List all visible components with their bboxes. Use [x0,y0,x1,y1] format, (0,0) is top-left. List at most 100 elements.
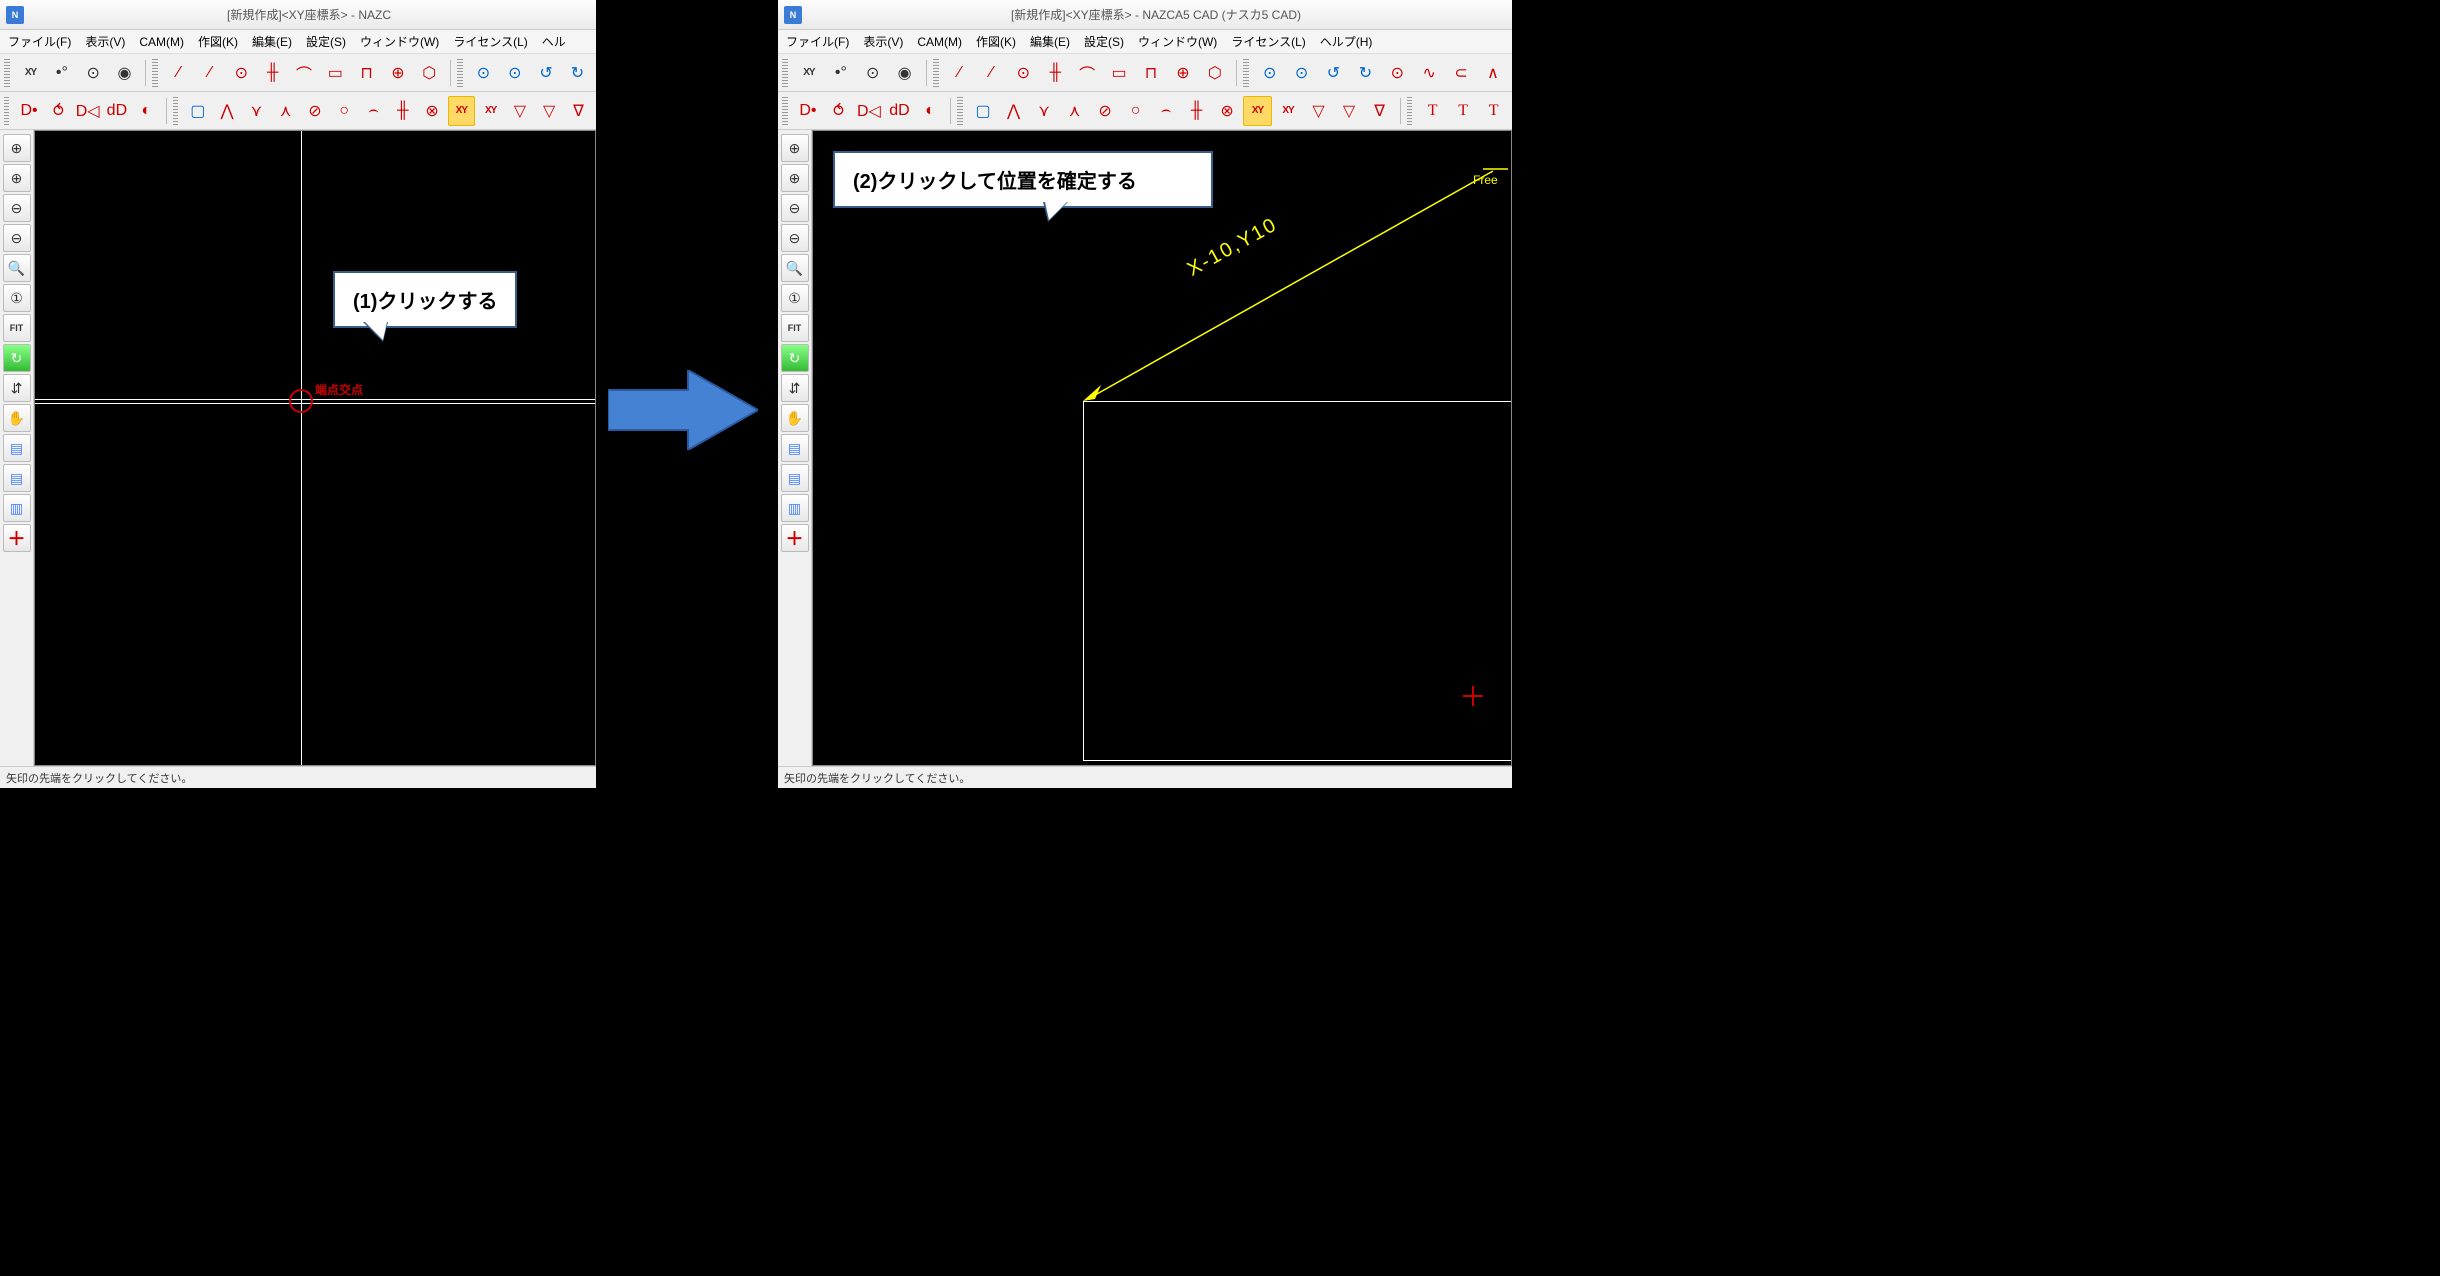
xy-active-icon[interactable]: XY [448,96,475,126]
zoom-1to1-icon[interactable]: ① [3,284,31,312]
dim-icon[interactable]: D• [794,96,823,126]
target-icon[interactable]: ◉ [890,58,920,88]
dim3-icon[interactable]: D◁ [855,96,884,126]
grip-icon[interactable] [457,59,463,87]
point-icon[interactable]: •° [826,58,856,88]
crosshair-icon[interactable]: ⊕ [1168,58,1198,88]
layer2-icon[interactable]: ▤ [3,464,31,492]
menu-help[interactable]: ヘル [542,33,566,50]
extra2-icon[interactable]: ∿ [1414,58,1444,88]
swap-icon[interactable]: ⇵ [781,374,809,402]
zoom-in2-icon[interactable]: ⊕ [3,164,31,192]
trim-icon[interactable]: ╫ [1182,96,1211,126]
circle2-icon[interactable]: ○ [331,96,358,126]
text3-icon[interactable]: T [1479,96,1508,126]
menu-view[interactable]: 表示(V) [863,33,903,50]
hexagon-icon[interactable]: ⬡ [1200,58,1230,88]
menu-window[interactable]: ウィンドウ(W) [360,33,439,50]
rotate-ccw-icon[interactable]: ⊙ [469,58,498,88]
line2-icon[interactable]: ∕ [977,58,1007,88]
valley-icon[interactable]: ⋎ [243,96,270,126]
extra4-icon[interactable]: ∧ [1478,58,1508,88]
menu-draw[interactable]: 作図(K) [976,33,1016,50]
xy-mode-icon[interactable]: XY [16,58,45,88]
extra3-icon[interactable]: ⊂ [1446,58,1476,88]
xy-active-icon[interactable]: XY [1243,96,1272,126]
menubar-left[interactable]: ファイル(F) 表示(V) CAM(M) 作図(K) 編集(E) 設定(S) ウ… [0,30,596,54]
box-icon[interactable]: ▢ [969,96,998,126]
valley-icon[interactable]: ⋎ [1030,96,1059,126]
arc-icon[interactable]: ⌒ [289,58,318,88]
zoom-in2-icon[interactable]: ⊕ [781,164,809,192]
circle-center-icon[interactable]: ⊙ [79,58,108,88]
grip-icon[interactable] [4,59,10,87]
menu-window[interactable]: ウィンドウ(W) [1138,33,1217,50]
menu-license[interactable]: ライセンス(L) [453,33,527,50]
target-icon[interactable]: ◉ [110,58,139,88]
menu-edit[interactable]: 編集(E) [1030,33,1070,50]
plus-icon[interactable]: ＋ [781,524,809,552]
swap-icon[interactable]: ⇵ [3,374,31,402]
parallel-icon[interactable]: ╫ [258,58,287,88]
line2-icon[interactable]: ∕ [195,58,224,88]
arc-icon[interactable]: ⌒ [1072,58,1102,88]
crosshair-icon[interactable]: ⊕ [383,58,412,88]
fit-icon[interactable]: FIT [3,314,31,342]
dim4-icon[interactable]: dD [103,96,130,126]
undo-icon[interactable]: ↺ [531,58,560,88]
redo-icon[interactable]: ↻ [563,58,592,88]
xy2-icon[interactable]: XY [477,96,504,126]
grip-icon[interactable] [933,59,939,87]
circle-center-icon[interactable]: ⊙ [858,58,888,88]
layer1-icon[interactable]: ▤ [3,434,31,462]
fit-icon[interactable]: FIT [781,314,809,342]
pan-hand-icon[interactable]: ✋ [781,404,809,432]
menu-settings[interactable]: 設定(S) [306,33,346,50]
extra1-icon[interactable]: ⊙ [1382,58,1412,88]
arc2-icon[interactable]: ⌢ [1152,96,1181,126]
parallel-icon[interactable]: ╫ [1040,58,1070,88]
menu-settings[interactable]: 設定(S) [1084,33,1124,50]
text1-icon[interactable]: T [1418,96,1447,126]
layer2-icon[interactable]: ▤ [781,464,809,492]
zoom-in-icon[interactable]: ⊕ [3,134,31,162]
menu-file[interactable]: ファイル(F) [8,33,71,50]
merge-icon[interactable]: ⋏ [272,96,299,126]
xy-mode-icon[interactable]: XY [794,58,824,88]
grip-icon[interactable] [957,97,963,125]
layer1-icon[interactable]: ▤ [781,434,809,462]
line-icon[interactable]: ∕ [164,58,193,88]
extend-icon[interactable]: ⊗ [418,96,445,126]
circle-icon[interactable]: ⊙ [227,58,256,88]
circle2-icon[interactable]: ○ [1121,96,1150,126]
dim-icon[interactable]: D• [15,96,42,126]
menu-file[interactable]: ファイル(F) [786,33,849,50]
refresh-icon[interactable]: ↻ [3,344,31,372]
peak-icon[interactable]: ⋀ [999,96,1028,126]
menu-draw[interactable]: 作図(K) [198,33,238,50]
dim4-icon[interactable]: dD [885,96,914,126]
canvas-right[interactable]: X-10,Y10 Free (2)クリックして位置を確定する [812,130,1512,766]
rect-icon[interactable]: ▭ [321,58,350,88]
tri3-icon[interactable]: ∇ [565,96,592,126]
rect-icon[interactable]: ▭ [1104,58,1134,88]
box-icon[interactable]: ▢ [184,96,211,126]
menu-license[interactable]: ライセンス(L) [1231,33,1305,50]
menu-cam[interactable]: CAM(M) [917,35,962,49]
grip-icon[interactable] [1243,59,1249,87]
grid-icon[interactable]: ▥ [781,494,809,522]
hexagon-icon[interactable]: ⬡ [415,58,444,88]
xy2-icon[interactable]: XY [1274,96,1303,126]
angle-icon[interactable]: ◐ [133,96,160,126]
refresh-icon[interactable]: ↻ [781,344,809,372]
rotate-cw-icon[interactable]: ⊙ [1287,58,1317,88]
rotate-cw-icon[interactable]: ⊙ [500,58,529,88]
menu-edit[interactable]: 編集(E) [252,33,292,50]
trim-icon[interactable]: ╫ [389,96,416,126]
dim2-icon[interactable]: ⥀ [45,96,72,126]
zoom-1to1-icon[interactable]: ① [781,284,809,312]
pan-hand-icon[interactable]: ✋ [3,404,31,432]
menu-cam[interactable]: CAM(M) [139,35,184,49]
tri2-icon[interactable]: ▽ [536,96,563,126]
grid-icon[interactable]: ▥ [3,494,31,522]
